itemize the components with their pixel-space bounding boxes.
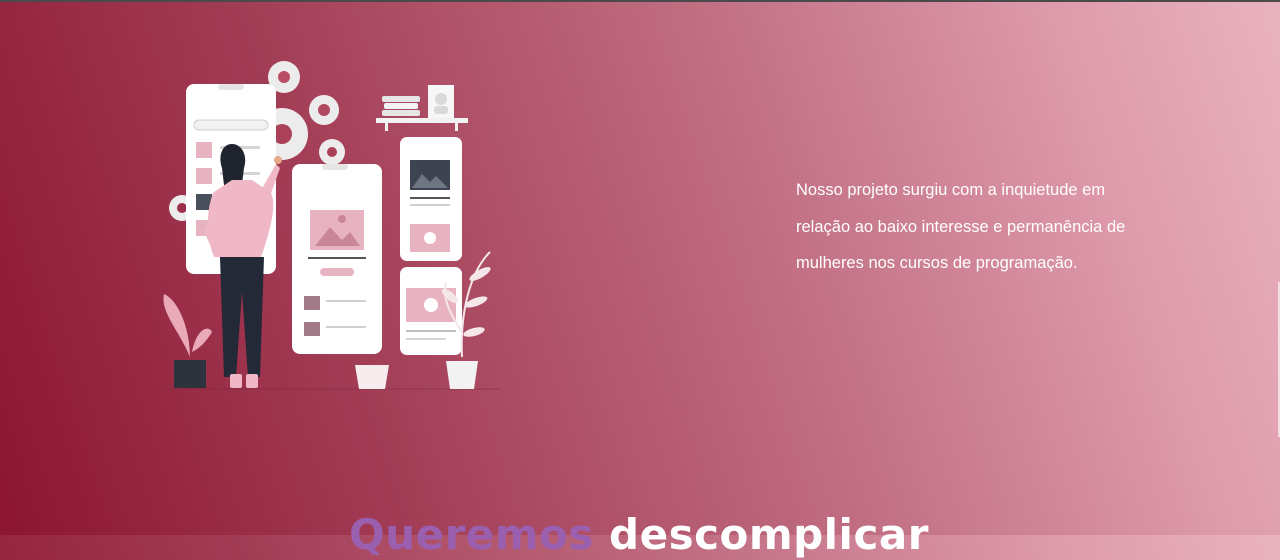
gear-icon (309, 95, 339, 125)
top-border (0, 0, 1280, 2)
section-heading: Queremos descomplicar (349, 510, 929, 560)
gear-icon (319, 139, 345, 165)
hero-illustration (160, 52, 510, 397)
intro-text: Nosso projeto surgiu com a inquietude em… (796, 181, 1126, 272)
